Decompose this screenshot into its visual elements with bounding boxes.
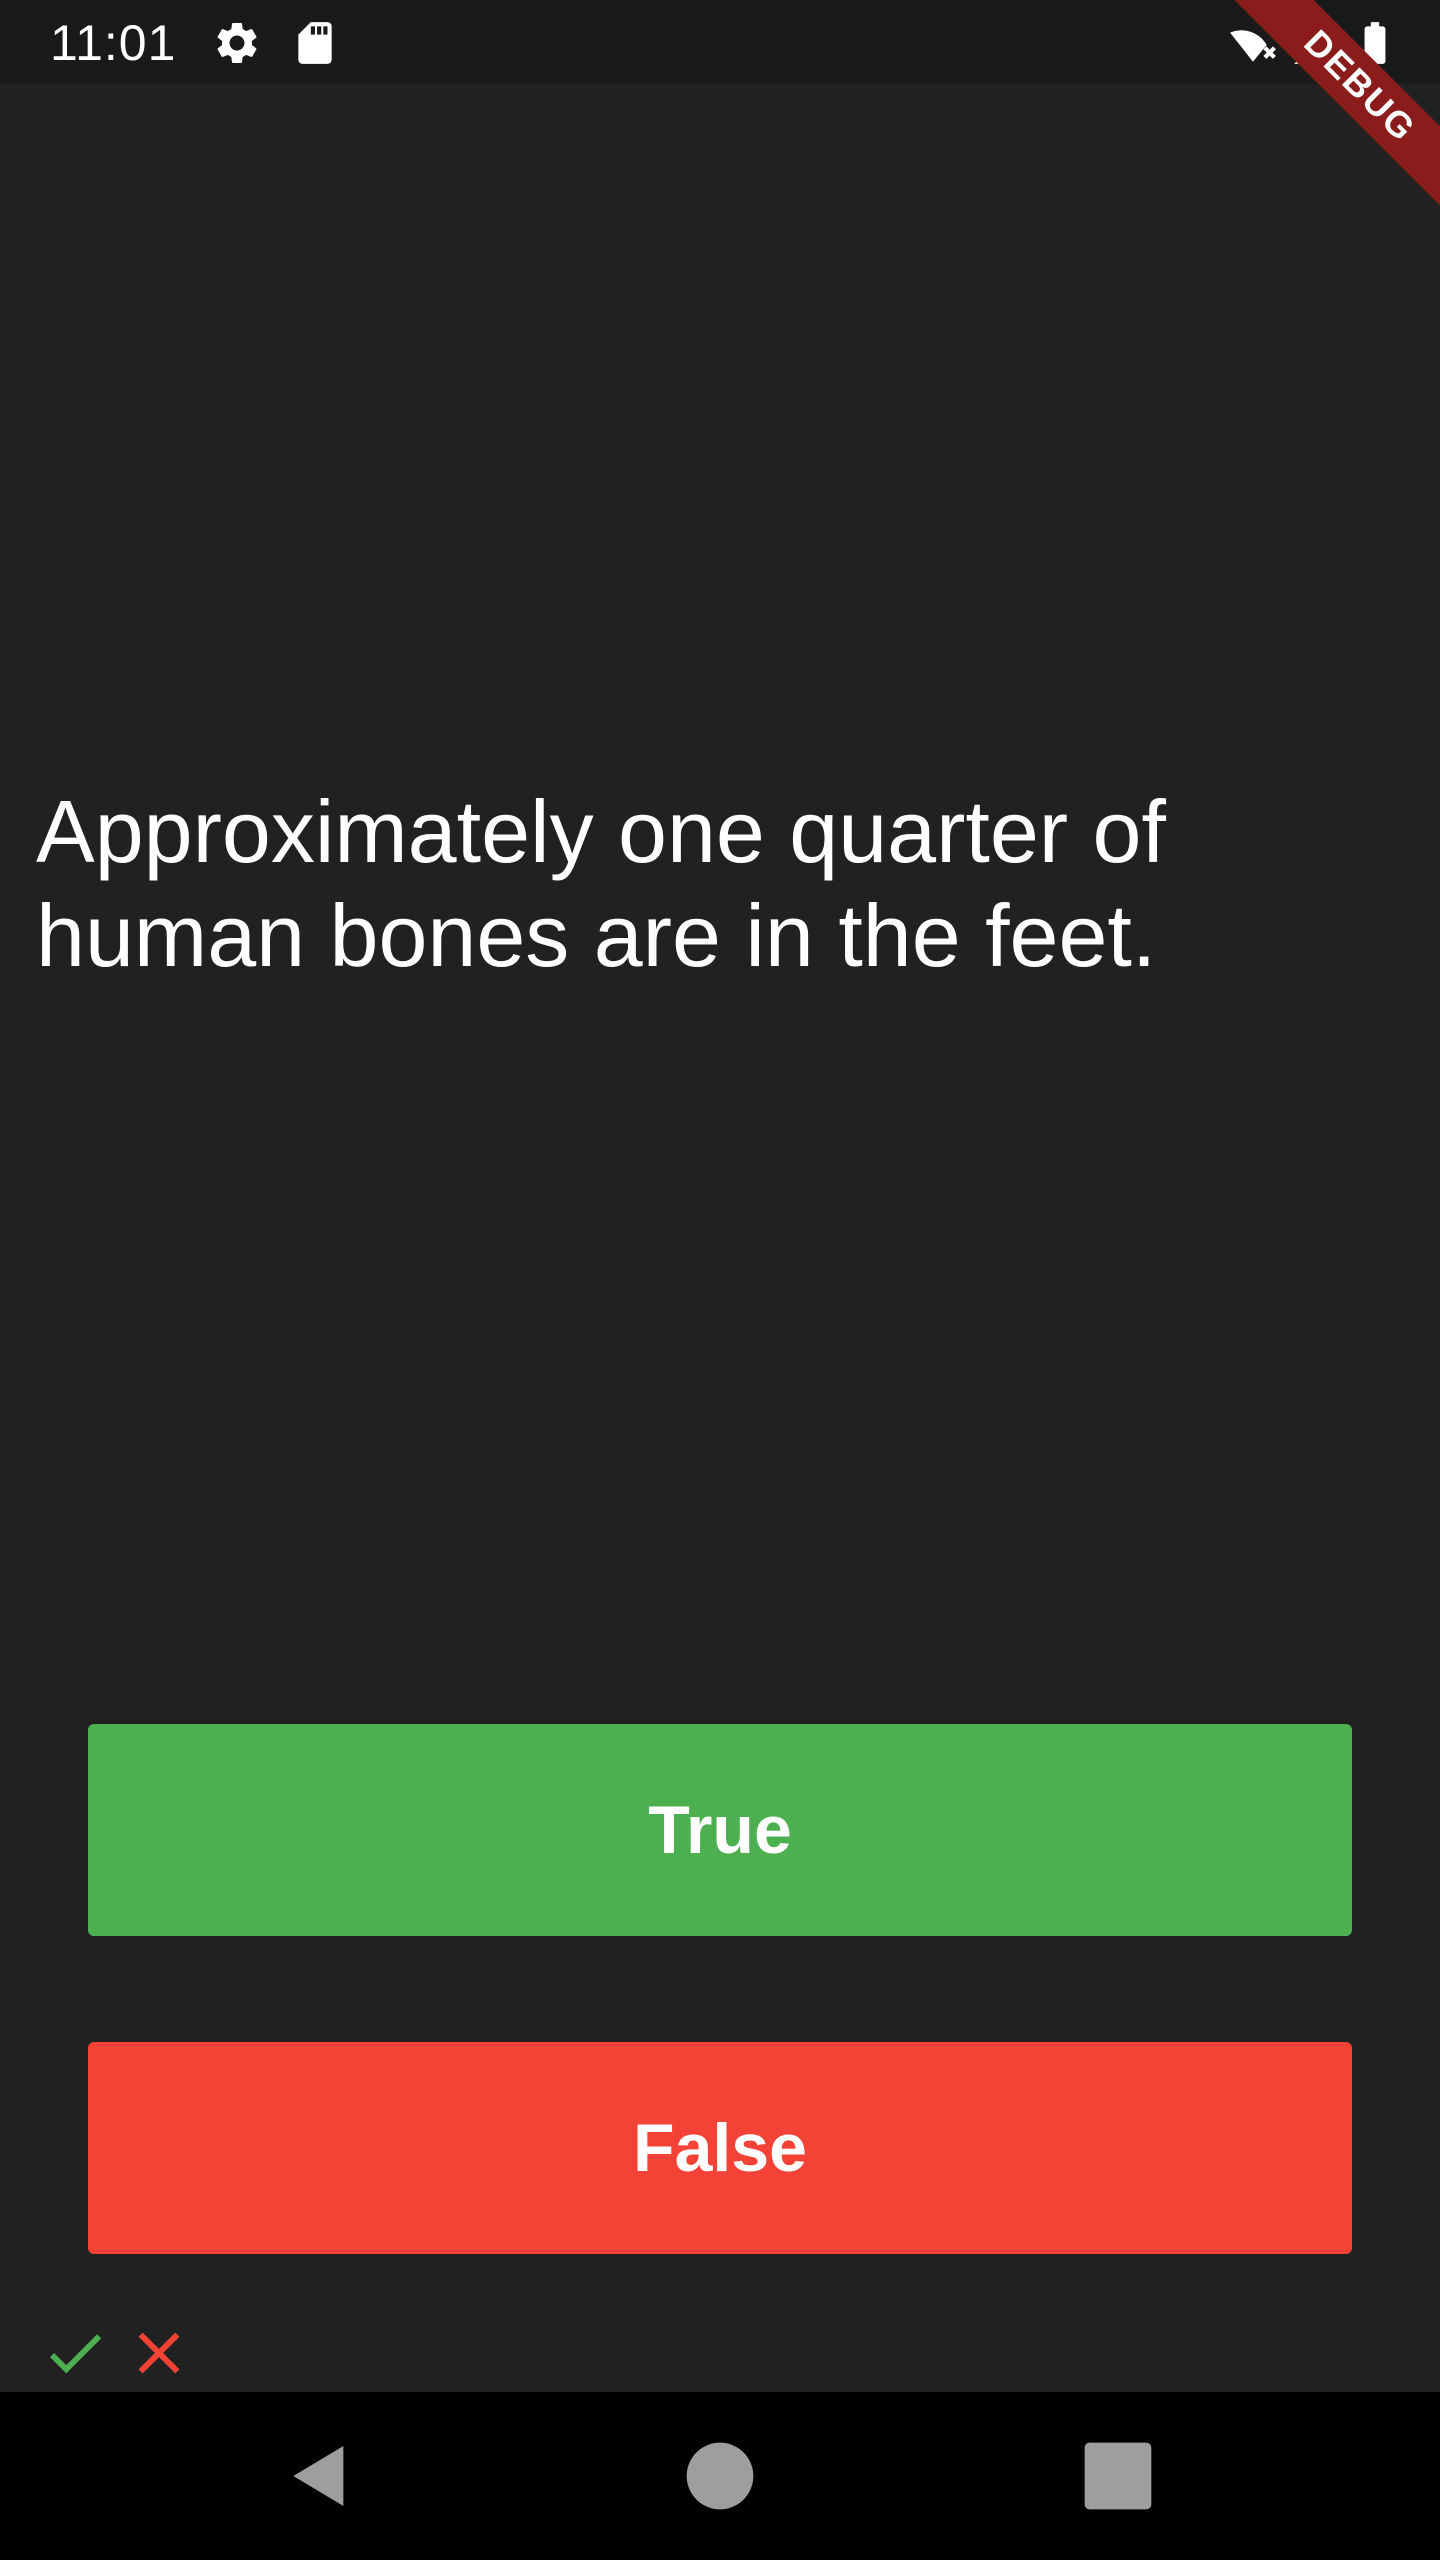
cell-signal-icon (1294, 22, 1336, 64)
question-text: Approximately one quarter of human bones… (36, 782, 1166, 985)
home-icon[interactable] (680, 2436, 760, 2516)
close-icon (138, 2332, 180, 2374)
true-button[interactable]: True (88, 1724, 1352, 1936)
false-button-label: False (633, 2110, 807, 2186)
status-bar: 11:01 (0, 0, 1440, 84)
recents-icon[interactable] (1078, 2436, 1158, 2516)
check-icon (49, 2334, 102, 2374)
status-time: 11:01 (50, 15, 177, 71)
gear-icon (217, 22, 257, 63)
back-icon[interactable] (280, 2436, 360, 2516)
wifi-off-icon (1230, 30, 1276, 62)
battery-icon (1364, 22, 1386, 64)
sd-card-icon (298, 22, 332, 64)
navigation-bar (0, 2392, 1440, 2560)
score-keeper (40, 2318, 194, 2386)
quiz-screen: 11:01 DEBUG Approximately one quarter of… (0, 0, 1440, 2560)
false-button[interactable]: False (88, 2042, 1352, 2254)
true-button-label: True (648, 1792, 792, 1868)
